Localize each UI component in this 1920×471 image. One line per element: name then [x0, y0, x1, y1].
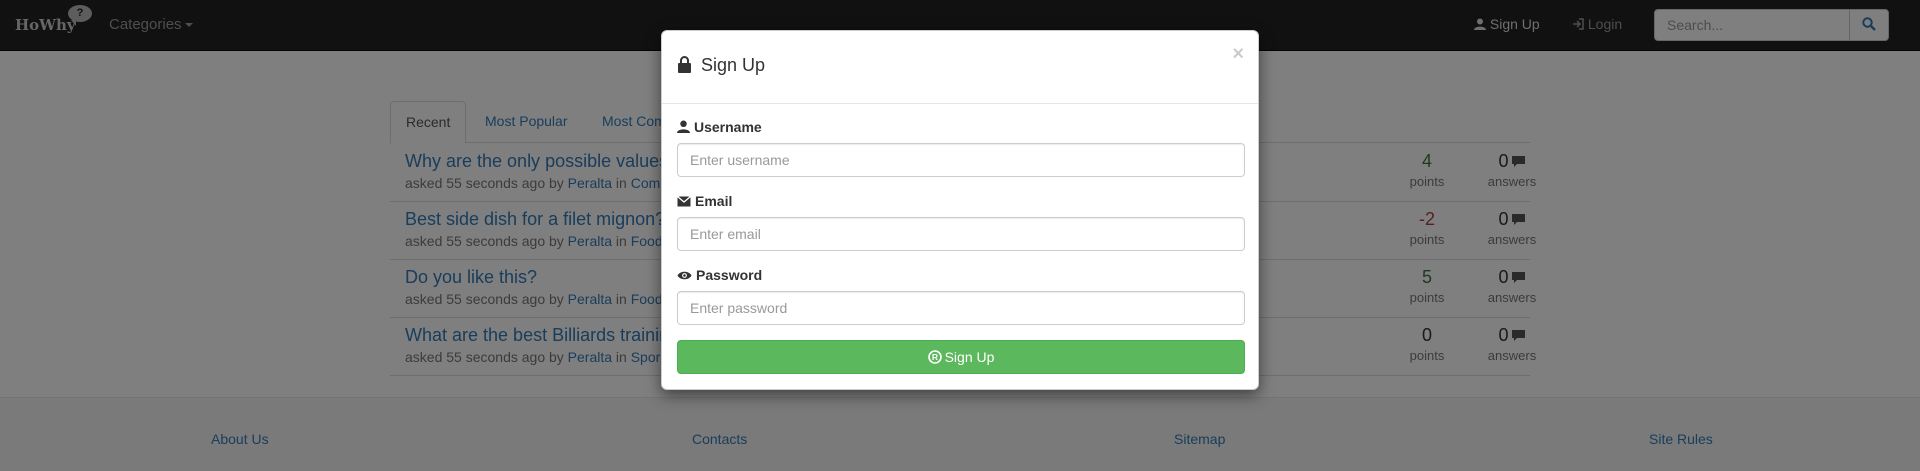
- modal-header: Sign Up ×: [662, 31, 1258, 104]
- eye-icon: [677, 271, 692, 280]
- modal-title-text: Sign Up: [701, 55, 766, 75]
- email-field[interactable]: [677, 217, 1245, 251]
- signup-submit-button[interactable]: R Sign Up: [677, 340, 1245, 374]
- user-icon: [677, 120, 690, 133]
- signup-submit-label: Sign Up: [944, 349, 995, 365]
- lock-icon: [678, 56, 691, 73]
- envelope-icon: [677, 196, 691, 207]
- password-label: Password: [677, 267, 762, 283]
- email-label-text: Email: [695, 193, 733, 209]
- username-field[interactable]: [677, 143, 1245, 177]
- registration-mark-icon: R: [927, 350, 942, 364]
- close-icon[interactable]: ×: [1232, 43, 1244, 66]
- svg-text:R: R: [932, 352, 938, 362]
- username-label: Username: [677, 119, 762, 135]
- signup-modal: Sign Up × Username Email Password R Sign …: [661, 30, 1259, 390]
- password-field[interactable]: [677, 291, 1245, 325]
- username-label-text: Username: [694, 119, 762, 135]
- modal-title: Sign Up: [677, 55, 765, 76]
- password-label-text: Password: [696, 267, 763, 283]
- email-label: Email: [677, 193, 732, 209]
